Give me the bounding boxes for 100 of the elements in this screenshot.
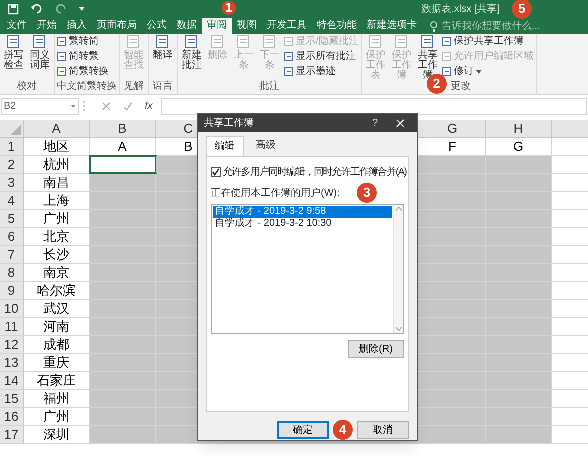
table-cell[interactable] xyxy=(90,408,156,425)
table-cell[interactable] xyxy=(486,156,552,173)
ribbon-button[interactable]: 繁转简 xyxy=(57,35,109,49)
save-icon[interactable] xyxy=(8,4,19,14)
ribbon-button[interactable]: 拼写检查 xyxy=(2,35,26,71)
scroll-down-icon[interactable] xyxy=(396,327,402,331)
table-cell[interactable] xyxy=(90,210,156,227)
insert-function-button[interactable]: fx xyxy=(145,98,153,114)
row-header[interactable]: 8 xyxy=(0,264,24,281)
tell-me-field[interactable]: 告诉我你想要做什么... xyxy=(442,18,562,34)
table-cell[interactable] xyxy=(90,192,156,209)
table-cell[interactable] xyxy=(90,264,156,281)
ribbon-tab[interactable]: 开始 xyxy=(32,18,62,34)
table-cell[interactable] xyxy=(486,336,552,353)
row-header[interactable]: 13 xyxy=(0,354,24,371)
close-icon[interactable] xyxy=(396,118,405,128)
table-cell[interactable] xyxy=(90,282,156,299)
help-button[interactable]: ? xyxy=(368,116,382,130)
row-header[interactable]: 7 xyxy=(0,246,24,263)
ribbon-button[interactable]: 显示墨迹 xyxy=(284,65,359,79)
ribbon-button[interactable]: 简繁转换 xyxy=(57,65,109,79)
table-cell[interactable] xyxy=(90,354,156,371)
cancel-button[interactable]: 取消 xyxy=(357,421,409,439)
table-cell[interactable] xyxy=(90,336,156,353)
table-cell[interactable] xyxy=(486,372,552,389)
row-header[interactable]: 15 xyxy=(0,390,24,407)
caret-icon[interactable] xyxy=(71,104,76,108)
cancel-icon[interactable] xyxy=(102,102,111,110)
ok-button[interactable]: 确定 xyxy=(277,421,329,439)
table-cell[interactable] xyxy=(90,390,156,407)
list-item[interactable]: 自学成才 - 2019-3-2 9:58 xyxy=(213,206,392,218)
column-header[interactable]: B xyxy=(90,120,156,137)
grip-icon[interactable] xyxy=(83,100,86,112)
table-cell[interactable] xyxy=(90,228,156,245)
table-cell[interactable] xyxy=(486,426,552,443)
row-header[interactable]: 1 xyxy=(0,138,24,155)
row-header[interactable]: 5 xyxy=(0,210,24,227)
dialog-tab[interactable]: 高级 xyxy=(248,136,284,156)
scroll-up-icon[interactable] xyxy=(396,207,402,211)
column-header[interactable]: H xyxy=(486,120,552,137)
column-header[interactable]: A xyxy=(24,120,90,137)
remove-button[interactable]: 删除(R) xyxy=(348,340,404,358)
row-header[interactable]: 10 xyxy=(0,300,24,317)
table-cell[interactable] xyxy=(486,354,552,371)
user-list[interactable]: 自学成才 - 2019-3-2 9:58 自学成才 - 2019-3-2 10:30 xyxy=(211,204,404,334)
ribbon-button[interactable]: 简转繁 xyxy=(57,50,109,64)
table-cell[interactable] xyxy=(420,426,486,443)
table-cell[interactable] xyxy=(486,318,552,335)
table-cell[interactable] xyxy=(486,300,552,317)
row-header[interactable]: 9 xyxy=(0,282,24,299)
table-cell[interactable] xyxy=(486,210,552,227)
ribbon-tab[interactable]: 视图 xyxy=(232,18,262,34)
scrollbar[interactable] xyxy=(393,205,403,333)
ribbon-tab[interactable]: 插入 xyxy=(62,18,92,34)
table-cell[interactable] xyxy=(90,246,156,263)
ribbon-tab[interactable]: 数据 xyxy=(172,18,202,34)
undo-icon[interactable] xyxy=(31,4,43,14)
row-header[interactable]: 17 xyxy=(0,426,24,443)
row-header[interactable]: 14 xyxy=(0,372,24,389)
table-cell[interactable] xyxy=(486,192,552,209)
table-cell[interactable] xyxy=(90,372,156,389)
table-cell[interactable] xyxy=(420,156,486,173)
ribbon-tab[interactable]: 页面布局 xyxy=(92,18,142,34)
ribbon-tab[interactable]: 文件 xyxy=(2,18,32,34)
table-cell[interactable] xyxy=(486,408,552,425)
row-header[interactable]: 12 xyxy=(0,336,24,353)
caret-icon[interactable] xyxy=(79,7,85,11)
table-cell[interactable] xyxy=(486,390,552,407)
row-header[interactable]: 11 xyxy=(0,318,24,335)
table-cell[interactable] xyxy=(90,300,156,317)
row-header[interactable]: 2 xyxy=(0,156,24,173)
row-header[interactable]: 4 xyxy=(0,192,24,209)
table-cell[interactable] xyxy=(90,174,156,191)
ribbon-tab[interactable]: 公式 xyxy=(142,18,172,34)
ribbon-button[interactable]: 保护共享工作簿 xyxy=(442,35,534,49)
ribbon-button[interactable]: 显示所有批注 xyxy=(284,50,359,64)
ribbon-tab[interactable]: 审阅 xyxy=(202,18,232,34)
select-all-icon[interactable] xyxy=(11,125,21,135)
table-cell[interactable] xyxy=(486,282,552,299)
table-cell[interactable] xyxy=(486,264,552,281)
dialog-tab[interactable]: 编辑 xyxy=(206,136,244,156)
row-header[interactable]: 3 xyxy=(0,174,24,191)
table-cell[interactable] xyxy=(486,174,552,191)
list-item[interactable]: 自学成才 - 2019-3-2 10:30 xyxy=(213,218,392,230)
table-cell[interactable] xyxy=(90,318,156,335)
table-cell[interactable] xyxy=(486,246,552,263)
column-header[interactable]: G xyxy=(420,120,486,137)
table-cell[interactable] xyxy=(90,156,156,173)
table-cell[interactable] xyxy=(486,228,552,245)
ribbon-button[interactable]: 新建批注 xyxy=(180,35,204,71)
ribbon-button[interactable]: 同义词库 xyxy=(28,35,52,71)
enter-icon[interactable] xyxy=(123,102,133,110)
name-box[interactable]: B2 xyxy=(1,98,79,114)
table-cell[interactable] xyxy=(90,426,156,443)
ribbon-tab[interactable]: 特色功能 xyxy=(312,18,362,34)
ribbon-button[interactable]: 翻译 xyxy=(151,35,175,61)
lightbulb-icon[interactable] xyxy=(430,20,438,32)
row-header[interactable]: 6 xyxy=(0,228,24,245)
redo-icon[interactable] xyxy=(55,4,67,14)
ribbon-tab[interactable]: 新建选项卡 xyxy=(362,18,422,34)
